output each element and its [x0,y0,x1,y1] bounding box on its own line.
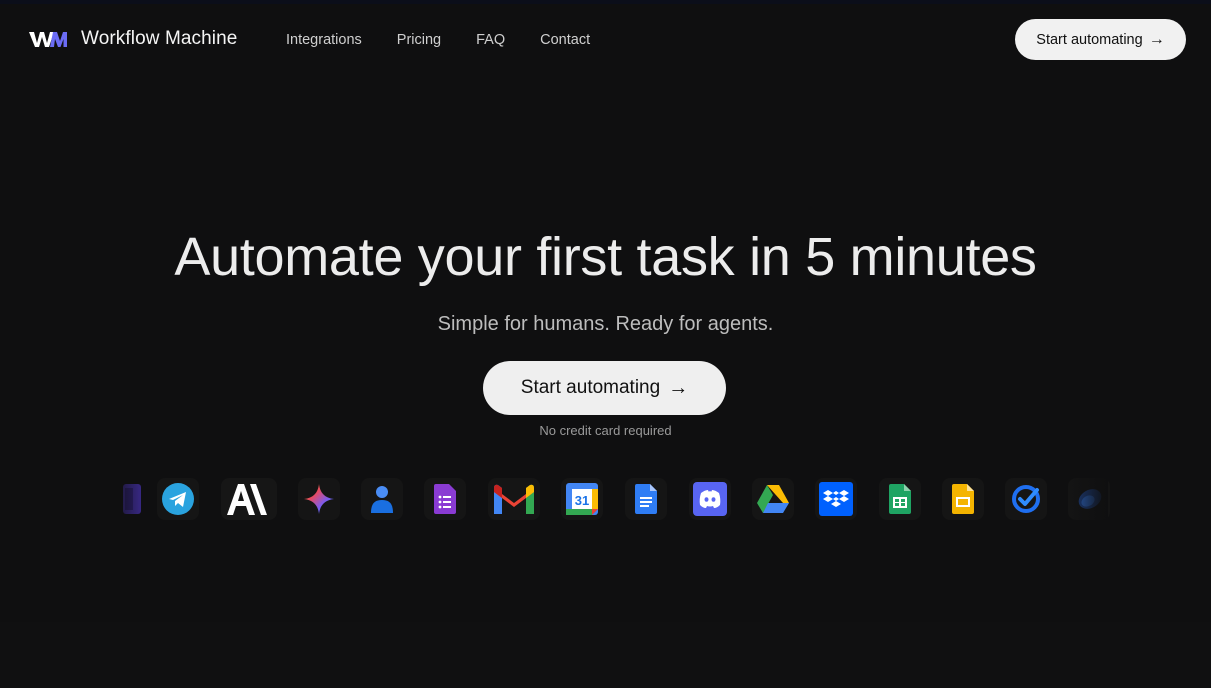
google-sheets-icon [879,478,921,520]
nav-link-faq[interactable]: FAQ [476,32,505,48]
dropbox-icon [815,478,857,520]
discord-icon [689,478,731,520]
anthropic-icon [221,478,277,520]
brand-name[interactable]: Workflow Machine [81,28,237,50]
nav-link-integrations[interactable]: Integrations [286,32,362,48]
icon-strip-fade-right [1068,470,1108,530]
no-credit-card-note: No credit card required [539,423,672,438]
google-contacts-icon [361,478,403,520]
google-forms-icon [424,478,466,520]
hero-start-automating-button[interactable]: Start automating → [483,361,726,415]
calendar-day-text: 31 [575,493,589,508]
google-calendar-icon: 31 [561,478,603,520]
hero-title: Automate your first task in 5 minutes [174,227,1037,287]
nav-cta-label: Start automating [1036,31,1143,48]
google-slides-icon [942,478,984,520]
page-bottom-band [0,622,1211,688]
wm-logo-icon [29,32,67,47]
google-drive-icon [752,478,794,520]
hero-cta-label: Start automating [520,377,661,398]
nav-link-contact[interactable]: Contact [540,32,590,48]
top-nav: Workflow Machine Integrations Pricing FA… [0,4,1211,76]
gemini-icon [298,478,340,520]
integrations-icon-strip: 31 [113,478,1110,520]
icon-strip-fade-left [105,470,145,530]
arrow-right-icon: → [1148,30,1165,48]
nav-links: Integrations Pricing FAQ Contact [286,32,625,48]
gmail-icon [488,478,540,520]
hero-subtitle: Simple for humans. Ready for agents. [437,313,774,335]
google-docs-icon [625,478,667,520]
google-tasks-icon [1005,478,1047,520]
nav-start-automating-button[interactable]: Start automating → [1015,19,1186,60]
nav-link-pricing[interactable]: Pricing [397,32,441,48]
arrow-right-icon: → [668,376,689,399]
telegram-icon [157,478,199,520]
brand-logo[interactable] [29,28,67,50]
